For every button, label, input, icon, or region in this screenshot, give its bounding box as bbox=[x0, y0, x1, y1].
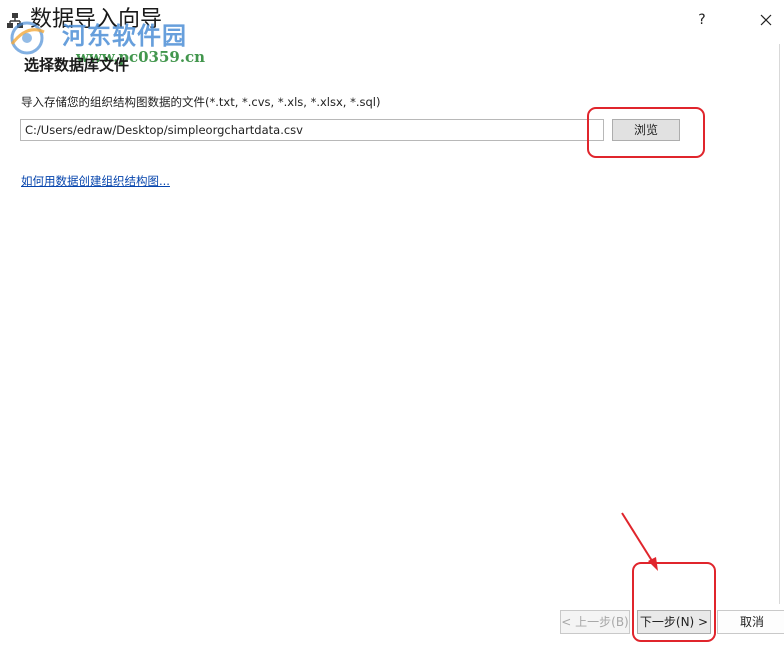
browse-button[interactable]: 浏览 bbox=[612, 119, 680, 141]
next-button[interactable]: 下一步(N) > bbox=[637, 610, 711, 634]
button-bar: < 上一步(B) 下一步(N) > 取消 bbox=[0, 608, 784, 648]
file-path-input[interactable] bbox=[20, 119, 604, 141]
close-icon[interactable] bbox=[752, 8, 780, 32]
step-title: 选择数据库文件 bbox=[24, 56, 130, 74]
instruction-text: 导入存储您的组织结构图数据的文件(*.txt, *.cvs, *.xls, *.… bbox=[21, 95, 381, 109]
help-button[interactable]: ? bbox=[690, 8, 714, 32]
org-chart-icon bbox=[4, 11, 26, 31]
title-bar: 数据导入向导 ? bbox=[0, 0, 784, 44]
help-link[interactable]: 如何用数据创建组织结构图... bbox=[21, 173, 170, 189]
import-wizard-dialog: 数据导入向导 ? 河东软件园 www.pc0359.cn 选择数据库文件 导入存… bbox=[0, 0, 784, 648]
window-title: 数据导入向导 bbox=[30, 7, 163, 32]
back-button[interactable]: < 上一步(B) bbox=[560, 610, 630, 634]
cancel-button[interactable]: 取消 bbox=[717, 610, 784, 634]
red-arrow-annotation bbox=[621, 512, 658, 571]
content-divider bbox=[779, 44, 780, 604]
